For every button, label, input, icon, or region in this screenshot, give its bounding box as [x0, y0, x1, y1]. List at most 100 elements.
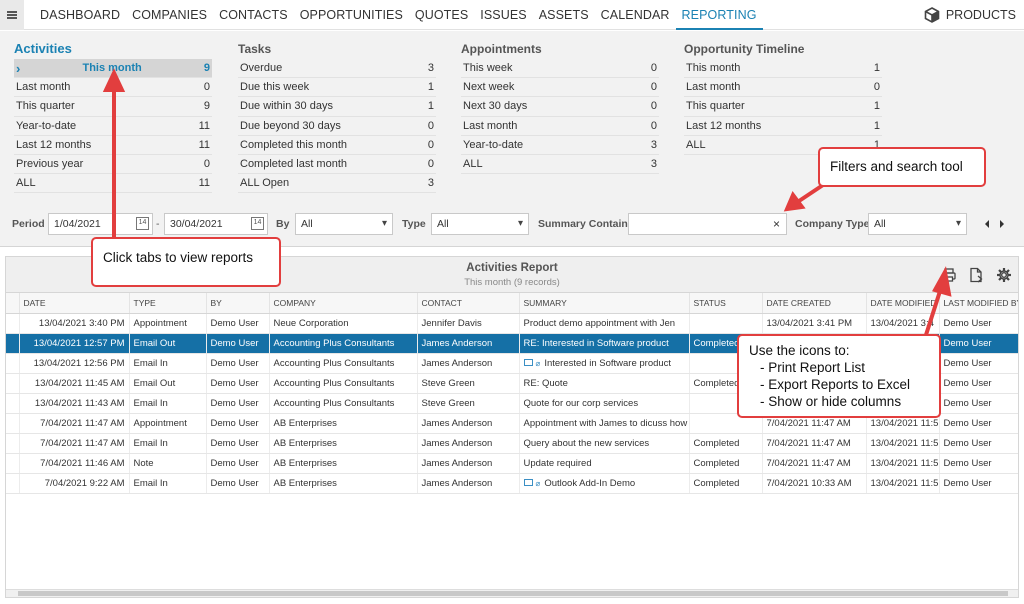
activities-item-label: Last 12 months	[16, 138, 92, 151]
nav-item-reporting[interactable]: REPORTING	[675, 0, 763, 30]
column-header-last-modified-by[interactable]: LAST MODIFIED BY	[939, 293, 1018, 314]
cell-created: 7/04/2021 11:47 AM	[762, 433, 867, 454]
nav-item-quotes[interactable]: QUOTES	[409, 0, 474, 30]
cell-text: Demo User	[943, 377, 992, 389]
cell-modified: 13/04/2021 11:5	[866, 453, 940, 474]
tasks-report-item[interactable]: Due this week 1	[238, 78, 436, 98]
column-header-date-modified[interactable]: DATE MODIFIED	[866, 293, 940, 314]
company-type-select[interactable]: All	[868, 213, 967, 235]
cell-summary: ⌀ Outlook Add-In Demo	[519, 473, 690, 494]
column-header-company[interactable]: COMPANY	[269, 293, 418, 314]
cell-text: 7/04/2021 11:46 AM	[40, 457, 125, 469]
nav-item-contacts[interactable]: CONTACTS	[213, 0, 294, 30]
table-row[interactable]: 7/04/2021 11:46 AM Note Demo User AB Enterp…	[6, 453, 1018, 474]
scrollbar-thumb[interactable]	[18, 591, 1008, 596]
nav-item-companies[interactable]: COMPANIES	[126, 0, 213, 30]
table-row[interactable]: 7/04/2021 9:22 AM Email In Demo User AB Ent…	[6, 473, 1018, 494]
activities-report-item[interactable]: Last 12 months 11	[14, 136, 212, 155]
tasks-report-item[interactable]: Completed this month 0	[238, 136, 436, 155]
table-row[interactable]: 13/04/2021 3:40 PM Appointment Demo User Ne…	[6, 313, 1018, 334]
column-header-type[interactable]: TYPE	[129, 293, 207, 314]
column-header-date[interactable]: DATE	[19, 293, 130, 314]
column-header-by[interactable]: BY	[206, 293, 270, 314]
scroll-right-icon[interactable]	[998, 219, 1006, 229]
cell-text: Completed	[693, 457, 740, 469]
activities-report-item[interactable]: Last month 0	[14, 78, 212, 98]
export-icon[interactable]	[968, 267, 984, 283]
calendar-icon[interactable]: 14	[136, 217, 149, 230]
table-row[interactable]: 7/04/2021 11:47 AM Email In Demo User AB En…	[6, 433, 1018, 454]
activities-report-item[interactable]: Previous year 0	[14, 155, 212, 175]
column-header-status[interactable]: STATUS	[689, 293, 763, 314]
tasks-report-item[interactable]: Overdue 3	[238, 59, 436, 79]
activities-item-label: This quarter	[16, 100, 75, 113]
tasks-report-item[interactable]: ALL Open 3	[238, 174, 436, 194]
tasks-report-item[interactable]: Due within 30 days 1	[238, 97, 436, 117]
nav-item-opportunities[interactable]: OPPORTUNITIES	[294, 0, 409, 30]
appointments-item-count: 3	[650, 138, 657, 151]
timeline-report-item[interactable]: Last month 0	[684, 78, 882, 98]
nav-item-issues[interactable]: ISSUES	[474, 0, 532, 30]
period-from-input[interactable]: 1/04/2021 14	[48, 213, 153, 235]
activities-report-item[interactable]: This quarter 9	[14, 97, 212, 117]
cell-text: Demo User	[943, 357, 992, 369]
clear-icon[interactable]: ×	[773, 214, 780, 234]
cell-company: Accounting Plus Consultants	[269, 373, 418, 394]
timeline-report-item[interactable]: Last 12 months 1	[684, 117, 882, 136]
cell-type: Email In	[129, 353, 207, 374]
appointments-report-item[interactable]: Year-to-date 3	[461, 136, 659, 155]
activities-report-item[interactable]: Year-to-date 11	[14, 117, 212, 136]
appointments-item-label: Year-to-date	[463, 138, 524, 151]
cell-contact: James Anderson	[417, 433, 520, 454]
column-header-date-created[interactable]: DATE CREATED	[762, 293, 867, 314]
gear-icon[interactable]	[996, 267, 1012, 283]
appointments-report-item[interactable]: Next 30 days 0	[461, 97, 659, 117]
activities-item-count: 0	[203, 81, 210, 94]
appointments-report-item[interactable]: This week 0	[461, 59, 659, 79]
hamburger-menu-icon[interactable]	[0, 0, 24, 30]
cell-text: Accounting Plus Consultants	[273, 397, 395, 409]
horizontal-scrollbar[interactable]	[6, 589, 1018, 597]
cell-text: Email In	[133, 357, 168, 369]
cell-modified: 13/04/2021 11:5	[866, 473, 940, 494]
cell-text: Product demo appointment with Jen	[523, 317, 676, 329]
nav-item-calendar[interactable]: CALENDAR	[595, 0, 676, 30]
scroll-left-icon[interactable]	[983, 219, 991, 229]
cell-status: Completed	[689, 433, 763, 454]
activities-item-count: 11	[198, 138, 210, 151]
nav-item-assets[interactable]: ASSETS	[533, 0, 595, 30]
appointments-item-label: Last month	[463, 119, 518, 132]
appointments-report-item[interactable]: Next week 0	[461, 78, 659, 98]
cell-created: 7/04/2021 10:33 AM	[762, 473, 867, 494]
by-select[interactable]: All	[295, 213, 393, 235]
period-label: Period	[12, 218, 45, 230]
tasks-report-item[interactable]: Due beyond 30 days 0	[238, 117, 436, 136]
activities-report-item[interactable]: › This month 9	[14, 59, 212, 79]
cell-text: Demo User	[210, 357, 259, 369]
timeline-report-item[interactable]: This quarter 1	[684, 97, 882, 117]
column-header-summary[interactable]: SUMMARY	[519, 293, 690, 314]
tasks-title: Tasks	[238, 42, 272, 56]
nav-item-dashboard[interactable]: DASHBOARD	[34, 0, 126, 30]
activities-report-item[interactable]: ALL 11	[14, 174, 212, 194]
column-header-contact[interactable]: CONTACT	[417, 293, 520, 314]
type-label: Type	[402, 218, 426, 230]
cell-by: Demo User	[206, 333, 270, 354]
cell-date: 13/04/2021 12:56 PM	[19, 353, 130, 374]
type-select[interactable]: All	[431, 213, 529, 235]
cell-status: Completed	[689, 453, 763, 474]
print-icon[interactable]	[941, 267, 957, 283]
summary-contains-input[interactable]: ×	[628, 213, 787, 235]
timeline-report-item[interactable]: This month 1	[684, 59, 882, 79]
calendar-icon[interactable]: 14	[251, 217, 264, 230]
cell-text: RE: Interested in Software product	[523, 337, 669, 349]
cell-company: Accounting Plus Consultants	[269, 333, 418, 354]
cell-text: James Anderson	[421, 417, 493, 429]
tasks-report-item[interactable]: Completed last month 0	[238, 155, 436, 175]
period-to-input[interactable]: 30/04/2021 14	[164, 213, 268, 235]
cell-company: Accounting Plus Consultants	[269, 393, 418, 414]
appointments-report-item[interactable]: ALL 3	[461, 155, 659, 175]
email-icon	[523, 359, 533, 367]
products-button[interactable]: PRODUCTS	[924, 0, 1016, 30]
appointments-report-item[interactable]: Last month 0	[461, 117, 659, 136]
